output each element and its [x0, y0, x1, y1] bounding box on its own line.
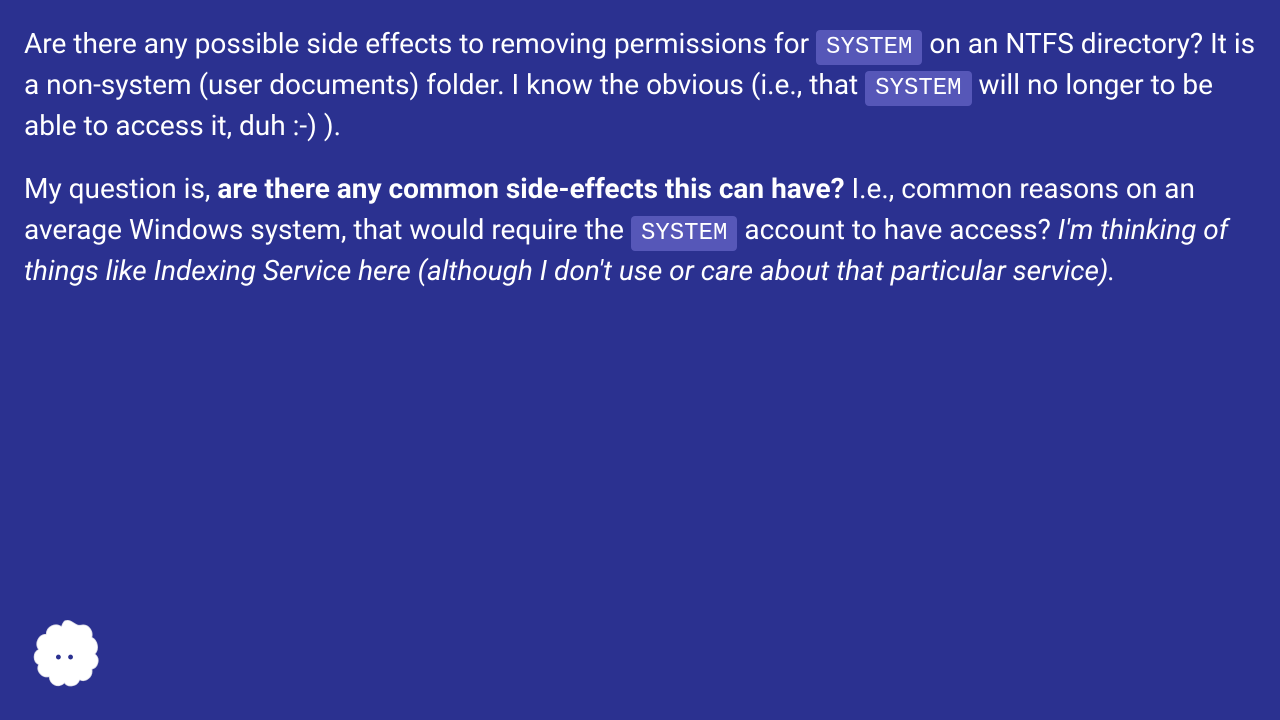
code-system: SYSTEM — [865, 71, 971, 106]
code-system: SYSTEM — [631, 216, 737, 251]
code-system: SYSTEM — [816, 30, 922, 65]
paragraph-1: Are there any possible side effects to r… — [24, 24, 1256, 147]
paragraph-2: My question is, are there any common sid… — [24, 169, 1256, 291]
text: account to have access? — [737, 213, 1057, 246]
avatar-icon — [28, 616, 104, 692]
text: Are there any possible side effects to r… — [24, 27, 816, 60]
question-body: Are there any possible side effects to r… — [0, 0, 1280, 291]
avatar — [28, 616, 104, 692]
emphasis-question: are there any common side-effects this c… — [217, 172, 844, 205]
text: My question is, — [24, 172, 217, 205]
